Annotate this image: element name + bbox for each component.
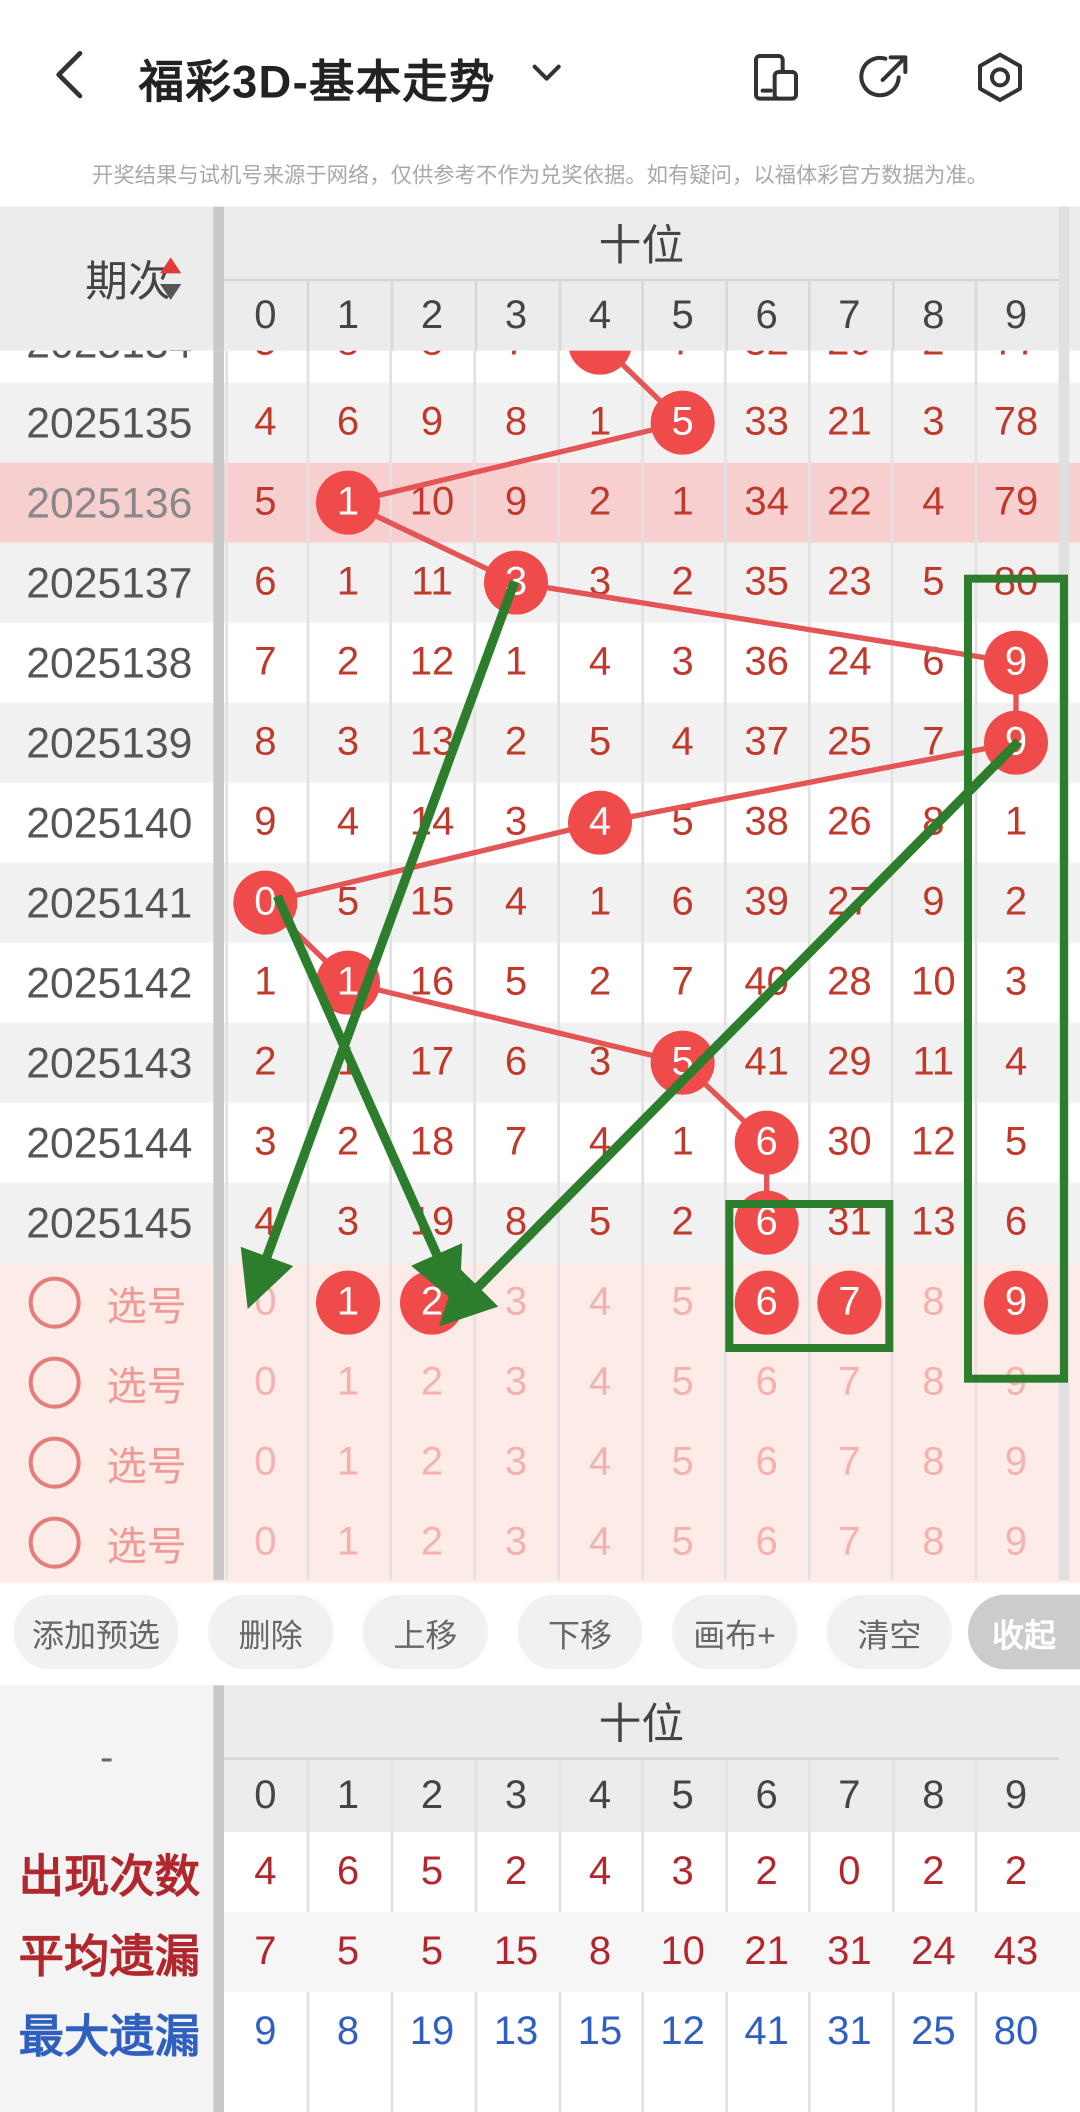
stats-digit-header: 6 <box>755 1773 778 1818</box>
stats-digit-header: 5 <box>671 1773 694 1818</box>
stats-cell: 43 <box>993 1929 1039 1974</box>
stats-cell: 2 <box>922 1849 945 1894</box>
stats-cell: 8 <box>336 2009 360 2054</box>
stats-row-label: 最大遗漏 <box>18 2011 200 2062</box>
stats-cell: 13 <box>493 2009 539 2054</box>
stats-cell: 25 <box>911 2009 956 2054</box>
stats-digit-header: 9 <box>1004 1773 1028 1818</box>
stats-row-label: 出现次数 <box>18 1851 200 1902</box>
stats-cell: 2 <box>755 1849 778 1894</box>
stats-cell: 19 <box>409 2009 455 2054</box>
stats-cell: 4 <box>254 1849 277 1894</box>
stats-cell: 5 <box>420 1849 444 1894</box>
stats-cell: 0 <box>838 1849 861 1894</box>
stats-cell: 5 <box>420 1929 444 1974</box>
stats-cell: 4 <box>588 1849 612 1894</box>
stats-cell: 80 <box>993 2009 1039 2054</box>
stats-digit-header: 4 <box>588 1773 612 1818</box>
stats-cell: 5 <box>336 1929 360 1974</box>
stats-cell: 3 <box>671 1849 694 1894</box>
stats-cell: 8 <box>588 1929 612 1974</box>
stats-position-label: 十位 <box>598 1699 684 1748</box>
stats-cell: 10 <box>660 1929 705 1974</box>
stats-cell: 15 <box>577 2009 623 2054</box>
stats-digit-header: 8 <box>922 1773 945 1818</box>
stats-cell: 7 <box>254 1929 277 1974</box>
stats-cell: 6 <box>336 1849 360 1894</box>
stats-cell: 41 <box>744 2009 789 2054</box>
stats-cell: 2 <box>1004 1849 1028 1894</box>
stats-row-label: 平均遗漏 <box>18 1931 200 1982</box>
stats-digit-header: 3 <box>504 1773 528 1818</box>
stats-cell: 15 <box>493 1929 539 1974</box>
stats-cell: 21 <box>744 1929 789 1974</box>
stats-cell: 12 <box>660 2009 705 2054</box>
stats-digit-header: 2 <box>420 1773 444 1818</box>
stats-cell: 31 <box>827 2009 872 2054</box>
stats-cell: 24 <box>911 1929 956 1974</box>
stats-cell: 9 <box>254 2009 277 2054</box>
stats-cell: 31 <box>827 1929 872 1974</box>
stats-digit-header: 7 <box>838 1773 861 1818</box>
stats-cell: 2 <box>504 1849 528 1894</box>
stats-digit-header: 0 <box>254 1773 277 1818</box>
stats-corner: - <box>99 1735 114 1780</box>
stats-digit-header: 1 <box>336 1773 360 1818</box>
